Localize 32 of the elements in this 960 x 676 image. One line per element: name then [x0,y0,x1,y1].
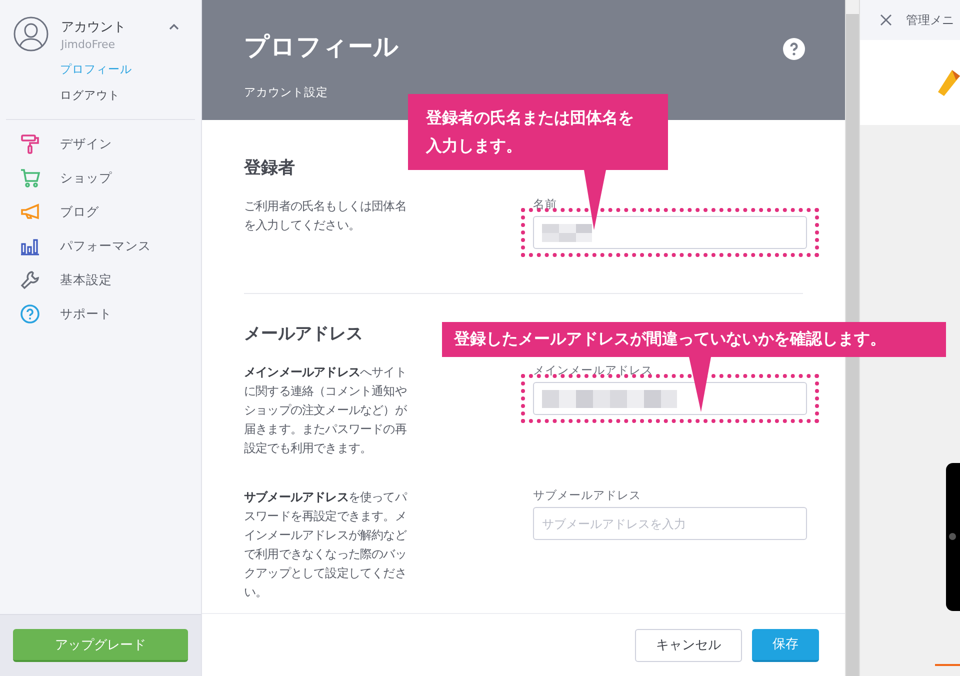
callout-text: 登録したメールアドレスが間違っていないかを確認します。 [454,329,886,348]
close-icon[interactable] [880,14,892,26]
field-label: サブメールアドレス [533,488,642,503]
sidebar-link[interactable]: ログアウト [60,88,201,103]
panel-title: 管理メニ [906,12,954,28]
field-label: メインメールアドレス [533,363,654,378]
field-label: 名前 [533,197,558,212]
input-field[interactable]: サブメールアドレスを入力 [533,507,807,540]
cancel-button[interactable]: キャンセル [635,628,742,662]
callout-text: 登録者の氏名または団体名を入力します。 [426,108,634,155]
sidebar-menu-item[interactable]: デザイン [60,136,112,152]
sidebar-menu-item[interactable]: パフォーマンス [60,238,151,254]
logo-fragment-drawing [938,68,960,98]
avatar-icon [13,16,49,52]
sidebar-menu-item[interactable]: 基本設定 [60,272,112,288]
input-field[interactable] [533,382,807,415]
input-field[interactable] [533,216,807,249]
sidebar-menu-item[interactable]: ブログ [60,204,99,220]
sidebar-menu-item[interactable]: ショップ [60,170,112,186]
section-heading: メールアドレス [244,323,363,345]
description-text: サブメールアドレスを使ってパスワードを再設定できます。メインメールアドレスが解約などで利用できなくなった際のバックアップとして設定してください。 [244,489,408,601]
page-title: プロフィール [244,31,399,63]
description-text: ご利用者の氏名もしくは団体名を入力してください。 [244,198,408,234]
account-title: アカウント [61,19,127,36]
sidebar-menu-item[interactable]: サポート [60,306,112,322]
help-icon[interactable] [783,38,805,60]
page-subtitle: アカウント設定 [244,85,329,100]
redacted-value-drawing [542,224,592,242]
section-heading: 登録者 [244,157,295,179]
plan-name: JimdoFree [61,38,116,51]
description-text: メインメールアドレスへサイトに関する連絡（コメント通知やショップの注文メールなど）が届きます。またパスワードの再設定でも利用できます。 [244,364,408,457]
chevron-icon[interactable] [169,24,179,30]
